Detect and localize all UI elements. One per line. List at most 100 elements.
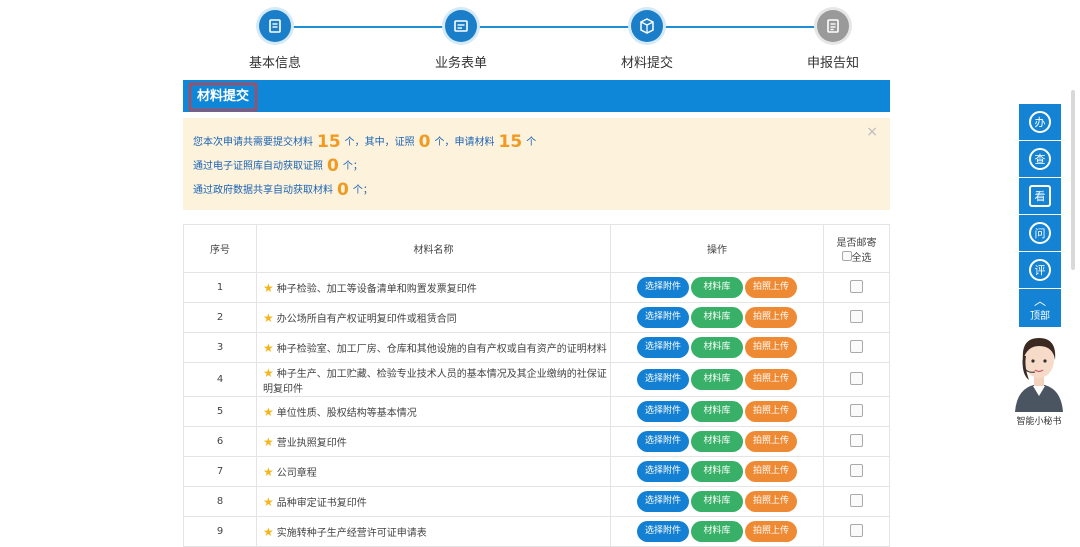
mail-cell: [823, 396, 890, 427]
select-attachment-button[interactable]: 选择附件: [637, 307, 689, 328]
auto-material-count: 0: [337, 180, 349, 200]
material-library-button[interactable]: 材料库: [691, 369, 743, 390]
section-title: 材料提交: [189, 83, 258, 111]
star-icon: ★: [263, 525, 274, 539]
photo-upload-button[interactable]: 拍照上传: [745, 337, 797, 358]
photo-upload-button[interactable]: 拍照上传: [745, 369, 797, 390]
notice-line-total: 您本次申请共需要提交材料 15 个，其中，证照 0 个，申请材料 15 个: [193, 132, 536, 152]
material-library-button[interactable]: 材料库: [691, 337, 743, 358]
form-icon: [445, 10, 477, 42]
scrollbar[interactable]: [1071, 90, 1075, 270]
ops-cell: 选择附件 材料库 拍照上传: [610, 396, 824, 427]
select-attachment-button[interactable]: 选择附件: [637, 401, 689, 422]
row-index: 4: [183, 362, 257, 397]
material-notice: × 您本次申请共需要提交材料 15 个，其中，证照 0 个，申请材料 15 个 通过电子证照…: [183, 118, 890, 210]
box-icon: [631, 10, 663, 42]
notice-line-auto-cert: 通过电子证照库自动获取证照 0 个；: [193, 156, 363, 176]
step-declaration-notice[interactable]: 申报告知: [778, 10, 888, 71]
sidebar-item-view[interactable]: 看: [1019, 178, 1061, 214]
mail-cell: [823, 426, 890, 457]
row-index: 2: [183, 302, 257, 333]
select-attachment-button[interactable]: 选择附件: [637, 491, 689, 512]
sidebar-item-ask[interactable]: 问: [1019, 215, 1061, 251]
mail-cell: [823, 272, 890, 303]
photo-upload-button[interactable]: 拍照上传: [745, 431, 797, 452]
mail-checkbox[interactable]: [850, 493, 863, 507]
notice-icon: [817, 10, 849, 42]
sidebar-item-rate[interactable]: 评: [1019, 252, 1061, 288]
mail-checkbox[interactable]: [850, 403, 863, 417]
ops-cell: 选择附件 材料库 拍照上传: [610, 302, 824, 333]
material-library-button[interactable]: 材料库: [691, 491, 743, 512]
star-icon: ★: [263, 311, 274, 325]
select-attachment-button[interactable]: 选择附件: [637, 431, 689, 452]
back-to-top-button[interactable]: ︿ 顶部: [1019, 289, 1061, 327]
step-business-form[interactable]: 业务表单: [406, 10, 516, 71]
step-label: 业务表单: [434, 56, 487, 71]
photo-upload-button[interactable]: 拍照上传: [745, 461, 797, 482]
row-index: 7: [183, 456, 257, 487]
material-library-button[interactable]: 材料库: [691, 461, 743, 482]
select-all[interactable]: 全选: [825, 249, 888, 264]
row-index: 3: [183, 332, 257, 363]
material-name-cell: ★ 营业执照复印件: [256, 426, 611, 457]
mail-checkbox[interactable]: [850, 279, 863, 293]
star-icon: ★: [263, 281, 274, 295]
select-all-checkbox[interactable]: [841, 250, 852, 261]
material-name: 种子检验、加工等设备清单和购置发票复印件: [276, 284, 477, 295]
col-mail: 是否邮寄 全选: [823, 224, 890, 273]
table-row: 4 ★ 种子生产、加工贮藏、检验专业技术人员的基本情况及其企业缴纳的社保证明复印件选…: [183, 362, 890, 397]
col-name: 材料名称: [256, 224, 611, 273]
mail-cell: [823, 362, 890, 397]
photo-upload-button[interactable]: 拍照上传: [745, 277, 797, 298]
mail-checkbox[interactable]: [850, 433, 863, 447]
chevron-up-icon: ︿: [1033, 293, 1046, 308]
progress-steps: 基本信息 业务表单 材料提交 申报告知: [0, 0, 1080, 78]
rate-icon: 评: [1029, 259, 1051, 281]
ops-cell: 选择附件 材料库 拍照上传: [610, 272, 824, 303]
step-label: 材料提交: [620, 56, 673, 71]
material-name: 种子检验室、加工厂房、仓库和其他设施的自有产权或自有资产的证明材料: [276, 344, 607, 355]
cert-count: 0: [418, 132, 431, 152]
mail-checkbox[interactable]: [850, 523, 863, 537]
auto-cert-count: 0: [327, 156, 339, 176]
mail-checkbox[interactable]: [850, 309, 863, 323]
material-name: 单位性质、股权结构等基本情况: [276, 408, 417, 419]
mail-checkbox[interactable]: [850, 463, 863, 477]
step-material-submit[interactable]: 材料提交: [592, 10, 702, 71]
select-attachment-button[interactable]: 选择附件: [637, 461, 689, 482]
photo-upload-button[interactable]: 拍照上传: [745, 401, 797, 422]
photo-upload-button[interactable]: 拍照上传: [745, 491, 797, 512]
material-name: 办公场所自有产权证明复印件或租赁合同: [276, 314, 457, 325]
floating-sidebar: 办 查 看 问 评 ︿ 顶部: [1019, 104, 1061, 328]
material-library-button[interactable]: 材料库: [691, 401, 743, 422]
notice-text: 通过政府数据共享自动获取材料: [193, 185, 333, 196]
photo-upload-button[interactable]: 拍照上传: [745, 307, 797, 328]
select-all-label: 全选: [851, 252, 872, 264]
notice-text: 个，申请材料: [434, 137, 495, 148]
ops-cell: 选择附件 材料库 拍照上传: [610, 486, 824, 517]
material-library-button[interactable]: 材料库: [691, 307, 743, 328]
step-basic-info[interactable]: 基本信息: [220, 10, 330, 71]
notice-line-auto-material: 通过政府数据共享自动获取材料 0 个；: [193, 180, 373, 200]
material-name: 营业执照复印件: [276, 438, 347, 449]
row-index: 5: [183, 396, 257, 427]
star-icon: ★: [263, 341, 274, 355]
view-icon: 看: [1029, 185, 1051, 207]
table-row: 3 ★ 种子检验室、加工厂房、仓库和其他设施的自有产权或自有资产的证明材料 选择附件材…: [183, 332, 890, 363]
material-library-button[interactable]: 材料库: [691, 431, 743, 452]
mail-checkbox[interactable]: [850, 371, 863, 385]
material-name-cell: ★ 单位性质、股权结构等基本情况: [256, 396, 611, 427]
select-attachment-button[interactable]: 选择附件: [637, 277, 689, 298]
table-row: 8 ★ 品种审定证书复印件 选择附件 材料库 拍照上传: [183, 486, 890, 517]
document-icon: [259, 10, 291, 42]
sidebar-item-search[interactable]: 查: [1019, 141, 1061, 177]
sidebar-item-handle[interactable]: 办: [1019, 104, 1061, 140]
mail-checkbox[interactable]: [850, 339, 863, 353]
material-name-cell: ★ 办公场所自有产权证明复印件或租赁合同: [256, 302, 611, 333]
material-library-button[interactable]: 材料库: [691, 277, 743, 298]
select-attachment-button[interactable]: 选择附件: [637, 337, 689, 358]
assistant-widget[interactable]: 智能小秘书: [1003, 330, 1075, 430]
select-attachment-button[interactable]: 选择附件: [637, 369, 689, 390]
close-icon[interactable]: ×: [866, 124, 878, 140]
